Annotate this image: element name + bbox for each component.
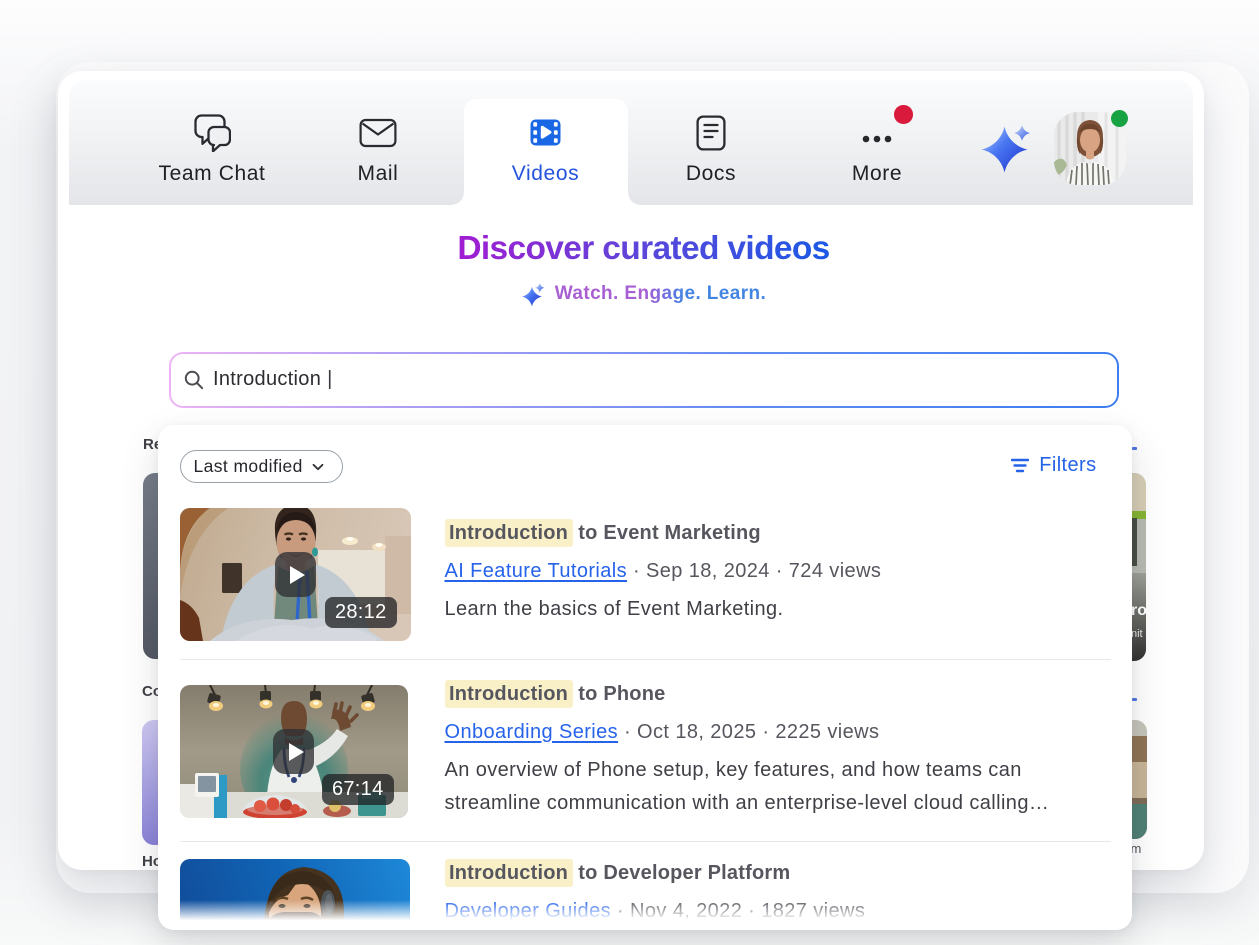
svg-text:nit: nit: [1131, 628, 1143, 640]
svg-text:ro: ro: [1131, 602, 1146, 619]
